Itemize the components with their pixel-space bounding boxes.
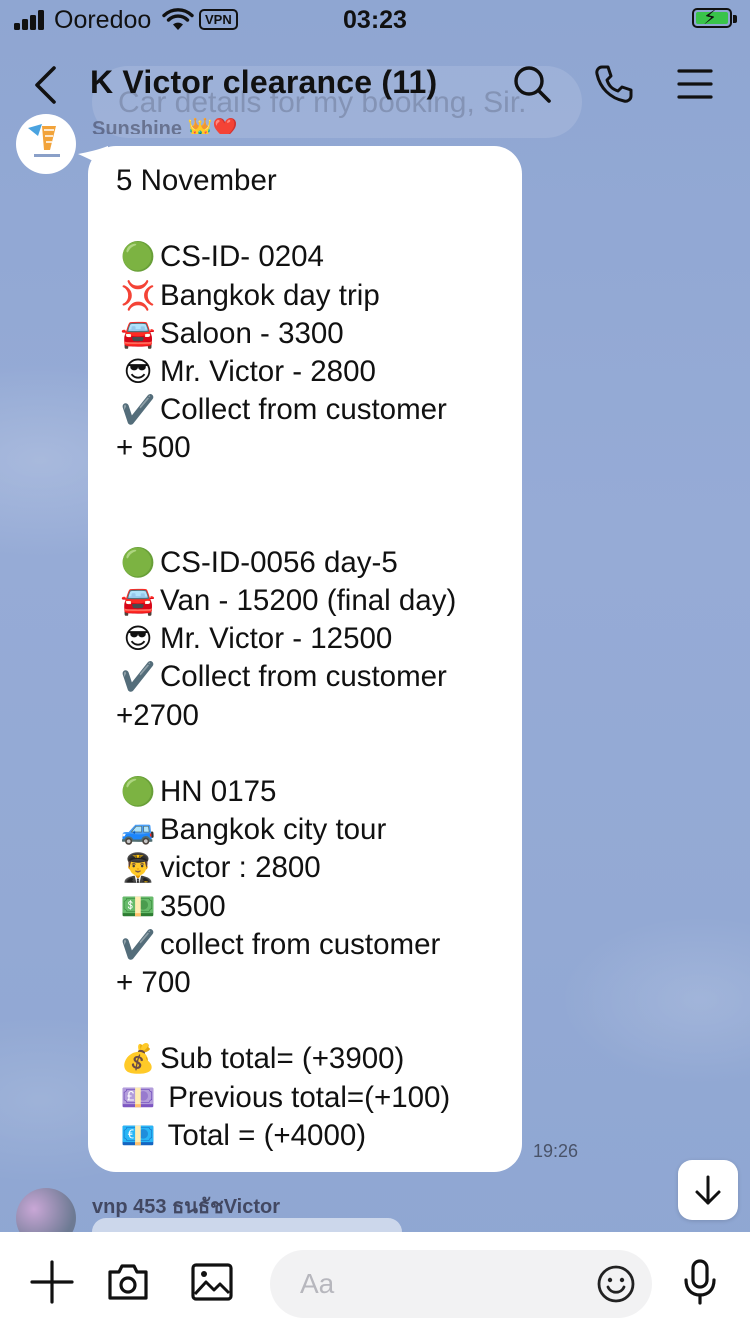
message-text: Collect from customer (160, 393, 447, 427)
emoji-icon: 💢 (120, 279, 156, 311)
message-line: ✔️ collect from customer (116, 926, 494, 964)
message-line (116, 468, 494, 506)
arrow-down-icon (695, 1175, 721, 1205)
status-bar: Ooredoo VPN 03:23 ⚡ (0, 0, 750, 40)
message-bubble[interactable]: 5 November 🟢 CS-ID- 0204 💢 Bangkok day trip 🚘… (88, 146, 522, 1172)
emoji-icon: 😎 (123, 623, 153, 655)
message-line: 😎 Mr. Victor - 12500 (116, 620, 494, 658)
emoji-icon: 💶 (120, 1119, 156, 1151)
message-text: +2700 (116, 698, 199, 732)
message-line: + 500 (116, 429, 494, 467)
emoji-icon: ✔️ (120, 661, 156, 693)
message-input[interactable]: Aa (270, 1250, 652, 1318)
message-text: + 700 (116, 965, 191, 999)
message-line: +2700 (116, 697, 494, 735)
message-text: Saloon - 3300 (160, 316, 344, 350)
message-text: + 500 (116, 431, 191, 465)
emoji-icon: 💰 (120, 1043, 156, 1075)
phone-icon[interactable] (592, 62, 636, 106)
avatar[interactable] (16, 114, 76, 174)
emoji-icon: 🚘 (120, 317, 156, 349)
message-text: CS-ID-0056 day-5 (160, 545, 398, 579)
emoji-icon: 😎 (123, 355, 153, 387)
message-line: 💰 Sub total= (+3900) (116, 1040, 494, 1078)
input-placeholder: Aa (300, 1268, 335, 1299)
composer-bar: Aa (0, 1232, 750, 1334)
message-line: 💶 Total = (+4000) (116, 1117, 494, 1155)
emoji-icon: ✔️ (120, 394, 156, 426)
emoji-icon: 👨‍✈️ (120, 852, 156, 884)
message-text: HN 0175 (160, 775, 277, 808)
sender-name: Sunshine 👑❤️ (92, 118, 238, 134)
emoji-icon: 🟢 (120, 546, 156, 578)
message-time: 19:26 (533, 1141, 579, 1161)
emoji-icon: 💵 (120, 890, 156, 922)
camera-icon[interactable] (104, 1258, 152, 1306)
message-text: Sub total= (+3900) (160, 1042, 405, 1076)
status-time: 03:23 (343, 6, 407, 34)
message-text: 5 November (116, 164, 277, 197)
scroll-to-bottom-button[interactable] (678, 1160, 738, 1220)
emoji-icon: 🟢 (120, 241, 156, 273)
emoji-icon: 🚘 (120, 585, 156, 617)
message-text: Collect from customer (160, 660, 447, 694)
message-line (116, 1002, 494, 1040)
message-line: ✔️ Collect from customer (116, 391, 494, 429)
message-text: Previous total=(+100) (160, 1080, 451, 1114)
message-text: Mr. Victor - 12500 (160, 622, 393, 656)
message-text: Bangkok city tour (160, 813, 387, 847)
message-text: Mr. Victor - 2800 (160, 354, 376, 388)
message-text: 3500 (160, 889, 226, 923)
message-line: 🟢 CS-ID-0056 day-5 (116, 544, 494, 582)
message-line: ✔️ Collect from customer (116, 658, 494, 696)
microphone-icon[interactable] (676, 1258, 724, 1306)
emoji-icon: ✔️ (120, 928, 156, 960)
message-line: 🚙 Bangkok city tour (116, 811, 494, 849)
emoji-icon: 💷 (120, 1081, 156, 1113)
message-line (116, 506, 494, 544)
plus-icon[interactable] (28, 1258, 76, 1306)
emoji-icon: 🚙 (120, 814, 156, 846)
message-text: collect from customer (160, 927, 441, 961)
search-icon[interactable] (510, 62, 554, 106)
message-line: 🟢 HN 0175 (116, 773, 494, 811)
message-line (116, 735, 494, 773)
message-line: 5 November (116, 162, 494, 200)
message-line: 🟢 CS-ID- 0204 (116, 238, 494, 276)
message-line: 💢 Bangkok day trip (116, 277, 494, 315)
message-text: Total = (+4000) (160, 1118, 367, 1152)
message-text: Bangkok day trip (160, 278, 380, 312)
message-line (116, 200, 494, 238)
message-line: 🚘 Saloon - 3300 (116, 315, 494, 353)
emoji-icon[interactable] (596, 1264, 636, 1304)
message-line: + 700 (116, 964, 494, 1002)
message-line: 🚘 Van - 15200 (final day) (116, 582, 494, 620)
chat-title: K Victor clearance (11) (90, 64, 438, 100)
logo-icon (28, 124, 60, 157)
menu-icon[interactable] (674, 62, 718, 106)
battery-icon: ⚡ (692, 7, 737, 29)
message-text: Van - 15200 (final day) (160, 584, 457, 618)
message-line: 😎 Mr. Victor - 2800 (116, 353, 494, 391)
message-line: 💵 3500 (116, 888, 494, 926)
message-line: 👨‍✈️ victor : 2800 (116, 849, 494, 887)
back-arrow-icon[interactable] (28, 62, 68, 108)
image-icon[interactable] (188, 1258, 236, 1306)
message-line: 💷 Previous total=(+100) (116, 1079, 494, 1117)
message-text: victor : 2800 (160, 851, 321, 885)
emoji-icon: 🟢 (120, 776, 156, 807)
message-text: CS-ID- 0204 (160, 240, 324, 274)
